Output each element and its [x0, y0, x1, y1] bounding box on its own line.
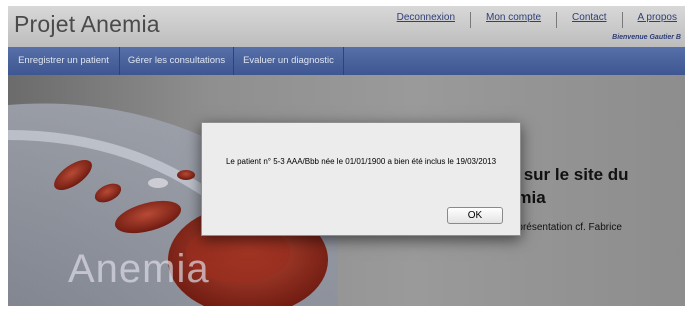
- nav-item-evaluate-diagnosis[interactable]: Evaluer un diagnostic: [234, 47, 344, 75]
- contact-link[interactable]: Contact: [557, 12, 621, 23]
- ok-button[interactable]: OK: [447, 207, 503, 224]
- top-links: Deconnexion Mon compte Contact A propos: [382, 12, 677, 28]
- anemia-logo-text: Anemia: [68, 247, 210, 291]
- logout-link[interactable]: Deconnexion: [382, 12, 470, 23]
- alert-message: Le patient n° 5-3 AAA/Bbb née le 01/01/1…: [225, 157, 497, 166]
- welcome-user-text: Bienvenue Gautier B: [612, 34, 681, 41]
- site-brand: Projet Anemia: [14, 11, 160, 37]
- nav-item-register-patient[interactable]: Enregistrer un patient: [8, 47, 120, 75]
- site-header: Projet Anemia Deconnexion Mon compte Con…: [8, 6, 685, 47]
- my-account-link[interactable]: Mon compte: [471, 12, 556, 23]
- alert-dialog: Le patient n° 5-3 AAA/Bbb née le 01/01/1…: [201, 122, 521, 236]
- nav-item-manage-consultations[interactable]: Gérer les consultations: [120, 47, 234, 75]
- main-nav: Enregistrer un patient Gérer les consult…: [8, 47, 685, 75]
- about-link[interactable]: A propos: [623, 12, 677, 23]
